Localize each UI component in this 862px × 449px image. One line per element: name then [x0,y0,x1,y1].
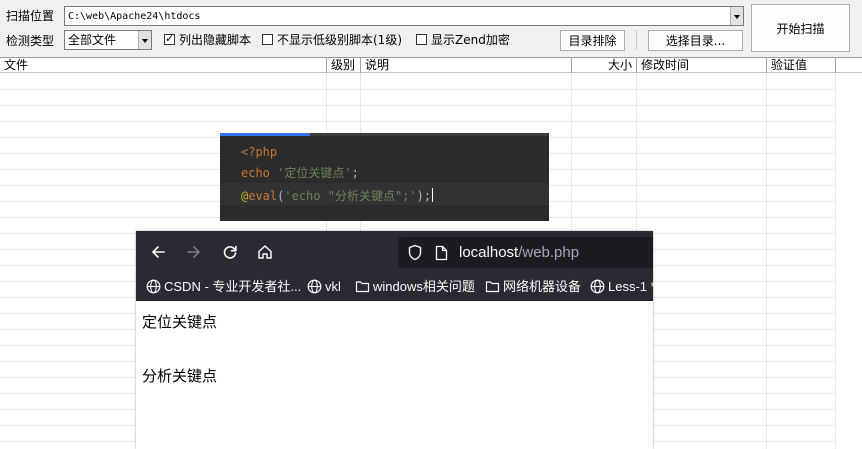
detect-type-value: 全部文件 [68,33,117,47]
table-header: 文件 级别 说明 大小 修改时间 验证值 [0,58,862,73]
option-list-hidden-scripts[interactable]: 列出隐藏脚本 [164,32,252,47]
page-output-line-2: 分析关键点 [142,367,218,385]
bookmark-label: 网络机器设备 [503,279,582,294]
column-header-size[interactable]: 大小 [572,58,637,73]
editor-tab-bar [220,133,549,136]
function-eval: eval [248,189,278,203]
forward-arrow-icon[interactable] [185,243,203,261]
reload-icon[interactable] [221,243,239,261]
bookmark-folder[interactable]: windows相关问题 [355,279,475,295]
page-icon [435,245,448,261]
code-line-3[interactable]: @eval('echo "分析关键点";'); [241,188,434,203]
detect-type-select[interactable]: 全部文件 [64,30,152,50]
php-open-tag: <?php [241,145,278,159]
bookmark-item[interactable]: CSDN - 专业开发者社... [146,279,301,295]
page-output-line-1: 定位关键点 [142,313,218,331]
keyword-echo: echo [241,166,270,180]
option-show-zend[interactable]: 显示Zend加密 [416,33,510,47]
globe-icon [307,279,322,294]
text-caret [432,188,434,202]
browser-window: localhost/web.php CSDN - 专业开发者社... vkl w… [136,231,656,449]
punctuation: ); [416,189,432,203]
chevron-down-icon[interactable] [730,7,743,25]
row-line [0,105,836,106]
column-header-hash[interactable]: 验证值 [767,58,836,73]
bookmark-item[interactable]: vkl [307,279,341,295]
bookmark-folder[interactable]: 网络机器设备 [485,279,581,295]
scan-path-combobox[interactable]: C:\web\Apache24\htdocs [64,6,744,26]
toolbar-divider [636,30,637,50]
scan-path-value: C:\web\Apache24\htdocs [68,11,201,22]
bookmark-label: Less-1 * [608,279,656,294]
home-icon[interactable] [256,243,274,261]
start-scan-button[interactable]: 开始扫描 [751,4,850,52]
option-label: 显示Zend加密 [431,33,510,47]
row-line [0,121,836,122]
exclude-dir-button[interactable]: 目录排除 [560,30,625,51]
option-label: 列出隐藏脚本 [179,33,252,47]
chevron-down-icon[interactable] [138,31,151,49]
shield-icon[interactable] [407,244,423,261]
bookmark-label: vkl [325,279,341,294]
globe-icon [590,279,605,294]
string-literal: 'echo "分析关键点";' [284,189,417,203]
option-label: 不显示低级别脚本(1级) [277,33,402,47]
column-header-file[interactable]: 文件 [0,58,327,73]
back-arrow-icon[interactable] [149,243,167,261]
bookmark-label: windows相关问题 [373,279,475,294]
choose-dir-button[interactable]: 选择目录... [648,30,743,51]
url-text[interactable]: localhost/web.php [459,245,579,261]
checkbox-checked-icon[interactable] [164,32,175,46]
row-line [0,89,836,90]
punctuation: ; [351,166,359,180]
column-header-description[interactable]: 说明 [361,58,572,73]
checkbox-icon[interactable] [262,34,273,45]
globe-icon [146,279,161,294]
folder-icon [355,281,370,293]
browser-toolbar: localhost/web.php [136,231,653,273]
url-path: /web.php [518,244,580,261]
bookmark-item[interactable]: Less-1 * [590,279,656,295]
code-line-1[interactable]: <?php [241,145,277,159]
url-bar[interactable]: localhost/web.php [398,237,653,268]
code-line-2[interactable]: echo '定位关键点'; [241,166,359,180]
active-tab-indicator [220,133,310,136]
url-host: localhost [459,244,519,261]
string-literal: '定位关键点' [277,166,352,180]
checkbox-icon[interactable] [416,34,427,45]
option-hide-low-level[interactable]: 不显示低级别脚本(1级) [262,33,402,47]
code-editor[interactable]: <?php echo '定位关键点'; @eval('echo "分析关键点";… [220,133,549,221]
column-header-modified[interactable]: 修改时间 [637,58,767,73]
detect-type-label: 检测类型 [6,34,55,48]
scan-location-label: 扫描位置 [6,9,55,23]
folder-icon [485,281,500,293]
bookmark-label: CSDN - 专业开发者社... [164,279,302,294]
column-header-level[interactable]: 级别 [327,58,361,73]
